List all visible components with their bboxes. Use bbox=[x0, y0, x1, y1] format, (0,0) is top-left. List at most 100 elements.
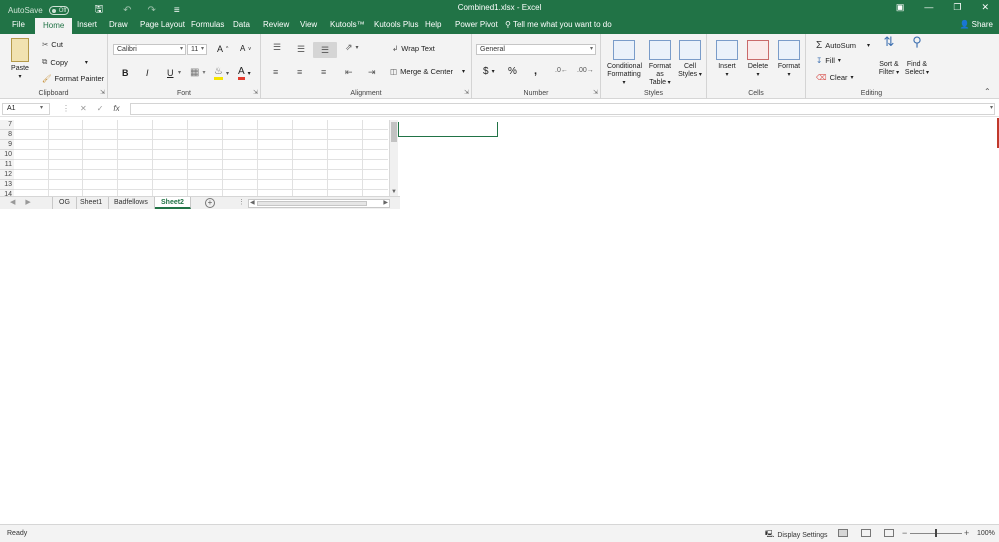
sheet-tab-sheet1[interactable]: Sheet1 bbox=[74, 197, 110, 209]
orientation-icon[interactable]: ⇗ ▾ bbox=[345, 42, 359, 53]
clear-button[interactable]: ⌫ Clear ▾ bbox=[816, 73, 854, 82]
insert-cells-button[interactable]: Insert ▾ bbox=[715, 40, 739, 79]
vertical-scrollbar[interactable]: ▼ bbox=[389, 120, 398, 196]
sheet-tab-sheet2[interactable]: Sheet2 bbox=[155, 197, 191, 209]
align-middle-icon[interactable]: ☰ bbox=[297, 44, 305, 55]
format-as-table-button[interactable]: Format as Table ▾ bbox=[645, 40, 675, 87]
horizontal-scrollbar[interactable]: ◀ ▶ bbox=[248, 199, 390, 208]
tab-view[interactable]: View bbox=[300, 20, 317, 29]
tab-split-handle[interactable]: ⋮ bbox=[238, 198, 245, 206]
sort-filter-button[interactable]: ⇅ Sort & Filter ▾ bbox=[876, 35, 902, 77]
enter-icon[interactable]: ✓ bbox=[97, 104, 104, 113]
paste-button[interactable]: Paste ▾ bbox=[8, 38, 32, 81]
tab-draw[interactable]: Draw bbox=[109, 20, 128, 29]
borders-icon[interactable]: ▦ ▾ bbox=[190, 67, 205, 78]
delete-cells-button[interactable]: Delete ▾ bbox=[745, 40, 771, 79]
close-icon[interactable]: ✕ bbox=[981, 2, 989, 13]
tab-data[interactable]: Data bbox=[233, 20, 250, 29]
comma-style-button[interactable]: , bbox=[534, 65, 537, 77]
autosum-button[interactable]: Σ AutoSum ▾ bbox=[816, 40, 870, 51]
zoom-level[interactable]: 100% bbox=[977, 530, 995, 537]
tab-file[interactable]: File bbox=[12, 20, 25, 29]
tab-power-pivot[interactable]: Power Pivot bbox=[455, 20, 498, 29]
percent-style-button[interactable]: % bbox=[508, 66, 517, 77]
conditional-formatting-button[interactable]: Conditional Formatting ▾ bbox=[607, 40, 642, 87]
row-header[interactable]: 7 bbox=[0, 120, 14, 130]
align-right-icon[interactable]: ≡ bbox=[321, 67, 326, 77]
align-bottom-icon[interactable]: ☰ bbox=[313, 42, 337, 58]
horizontal-scroll-thumb[interactable] bbox=[257, 201, 367, 206]
cell-styles-button[interactable]: Cell Styles ▾ bbox=[677, 40, 703, 79]
ribbon-display-options-icon[interactable]: ▣ bbox=[896, 2, 905, 13]
font-launcher-icon[interactable]: ⇲ bbox=[253, 89, 258, 96]
page-layout-view-icon[interactable] bbox=[861, 529, 871, 537]
number-format-combo[interactable]: General bbox=[476, 44, 596, 55]
row-header[interactable]: 10 bbox=[0, 150, 14, 160]
increase-font-icon[interactable]: A ^ bbox=[217, 44, 228, 54]
zoom-in-icon[interactable]: + bbox=[964, 528, 969, 538]
minimize-icon[interactable]: — bbox=[924, 2, 933, 13]
wrap-text-button[interactable]: ↲ Wrap Text bbox=[392, 44, 435, 53]
font-color-icon[interactable]: A ▾ bbox=[238, 66, 251, 80]
fill-color-icon[interactable]: ♨ ▾ bbox=[214, 66, 229, 80]
restore-icon[interactable]: ❐ bbox=[953, 2, 961, 13]
tab-home[interactable]: Home bbox=[35, 18, 73, 34]
format-cells-button[interactable]: Format ▾ bbox=[776, 40, 802, 79]
collapse-ribbon-icon[interactable]: ⌃ bbox=[984, 87, 991, 96]
align-left-icon[interactable]: ≡ bbox=[273, 67, 278, 77]
align-top-icon[interactable]: ☰ bbox=[273, 42, 281, 53]
page-break-view-icon[interactable] bbox=[884, 529, 894, 537]
accounting-format-button[interactable]: $ ▾ bbox=[483, 66, 495, 77]
font-size-combo[interactable]: 11 bbox=[187, 44, 207, 55]
underline-dropdown-icon[interactable]: ▾ bbox=[178, 69, 181, 76]
underline-button[interactable]: U bbox=[167, 68, 174, 78]
row-header[interactable]: 8 bbox=[0, 130, 14, 140]
add-sheet-icon[interactable]: + bbox=[205, 198, 215, 208]
scroll-down-icon[interactable]: ▼ bbox=[391, 189, 397, 195]
cancel-icon[interactable]: ✕ bbox=[80, 104, 87, 113]
row-header[interactable]: 9 bbox=[0, 140, 14, 150]
font-name-combo[interactable]: Calibri bbox=[113, 44, 186, 55]
scroll-left-icon[interactable]: ◀ bbox=[250, 199, 255, 206]
decrease-font-icon[interactable]: Av bbox=[240, 44, 251, 53]
row-header[interactable]: 11 bbox=[0, 160, 14, 170]
tab-page-layout[interactable]: Page Layout bbox=[140, 20, 185, 29]
increase-indent-icon[interactable]: ⇥ bbox=[368, 67, 376, 78]
fill-button[interactable]: ↧ Fill ▾ bbox=[816, 56, 841, 65]
number-launcher-icon[interactable]: ⇲ bbox=[593, 89, 598, 96]
row-header[interactable]: 13 bbox=[0, 180, 14, 190]
decrease-decimal-icon[interactable]: .00→ bbox=[577, 67, 594, 74]
decrease-indent-icon[interactable]: ⇤ bbox=[345, 67, 353, 78]
italic-button[interactable]: I bbox=[146, 68, 149, 78]
find-select-button[interactable]: ⚲ Find & Select ▾ bbox=[904, 35, 930, 77]
tab-kutools[interactable]: Kutools™ bbox=[330, 20, 365, 29]
next-sheet-icon[interactable]: ▶ bbox=[25, 198, 30, 206]
increase-decimal-icon[interactable]: .0← bbox=[555, 67, 568, 74]
worksheet-grid[interactable]: 7 8 9 10 11 12 13 14 ▼ bbox=[0, 120, 400, 196]
alignment-launcher-icon[interactable]: ⇲ bbox=[464, 89, 469, 96]
display-settings-button[interactable]: 🖳 Display Settings bbox=[765, 530, 828, 541]
zoom-out-icon[interactable]: − bbox=[902, 528, 907, 538]
normal-view-icon[interactable] bbox=[838, 529, 848, 537]
previous-sheet-icon[interactable]: ◀ bbox=[10, 198, 15, 206]
active-cell-outline[interactable] bbox=[398, 122, 498, 137]
tab-kutools-plus[interactable]: Kutools Plus bbox=[374, 20, 418, 29]
tab-help[interactable]: Help bbox=[425, 20, 441, 29]
tab-review[interactable]: Review bbox=[263, 20, 289, 29]
align-center-icon[interactable]: ≡ bbox=[297, 67, 302, 77]
row-header[interactable]: 12 bbox=[0, 170, 14, 180]
name-box-dropdown-icon[interactable]: ▾ bbox=[40, 104, 43, 111]
format-painter-button[interactable]: 🖌 Format Painter bbox=[42, 74, 104, 83]
share-button[interactable]: 👤 Share bbox=[959, 20, 993, 29]
copy-button[interactable]: ⧉ Copy ▾ bbox=[42, 57, 88, 67]
tell-me-search[interactable]: ⚲ Tell me what you want to do bbox=[505, 20, 612, 29]
sheet-tab-badfellows[interactable]: Badfellows bbox=[108, 197, 155, 209]
insert-function-icon[interactable]: fx bbox=[113, 104, 119, 113]
merge-center-button[interactable]: ◫ Merge & Center ▾ bbox=[390, 67, 465, 76]
clipboard-launcher-icon[interactable]: ⇲ bbox=[100, 89, 105, 96]
tab-formulas[interactable]: Formulas bbox=[191, 20, 224, 29]
tab-insert[interactable]: Insert bbox=[77, 20, 97, 29]
expand-formula-bar-icon[interactable]: ▾ bbox=[990, 104, 993, 111]
bold-button[interactable]: B bbox=[122, 68, 129, 78]
scroll-right-icon[interactable]: ▶ bbox=[383, 199, 388, 206]
